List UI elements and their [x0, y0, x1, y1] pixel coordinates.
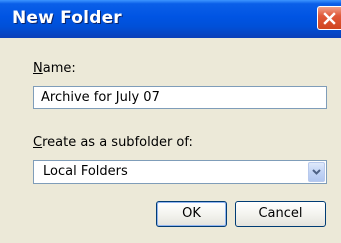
- folder-name-input[interactable]: Archive for July 07: [33, 86, 327, 109]
- close-button[interactable]: [317, 6, 341, 30]
- ok-button[interactable]: OK: [156, 201, 227, 227]
- subfolder-label: Create as a subfolder of:: [33, 135, 193, 150]
- dropdown-arrow-button[interactable]: [308, 162, 325, 182]
- chevron-down-icon: [312, 169, 321, 175]
- close-icon: [323, 12, 336, 25]
- cancel-button[interactable]: Cancel: [235, 201, 326, 227]
- parent-folder-dropdown[interactable]: Local Folders: [33, 160, 327, 184]
- name-label: Name:: [33, 61, 76, 76]
- new-folder-dialog: New Folder Name: Archive for July 07 Cre…: [0, 0, 341, 243]
- dialog-title: New Folder: [12, 8, 122, 28]
- title-bar[interactable]: New Folder: [0, 0, 341, 38]
- parent-folder-value: Local Folders: [43, 164, 128, 179]
